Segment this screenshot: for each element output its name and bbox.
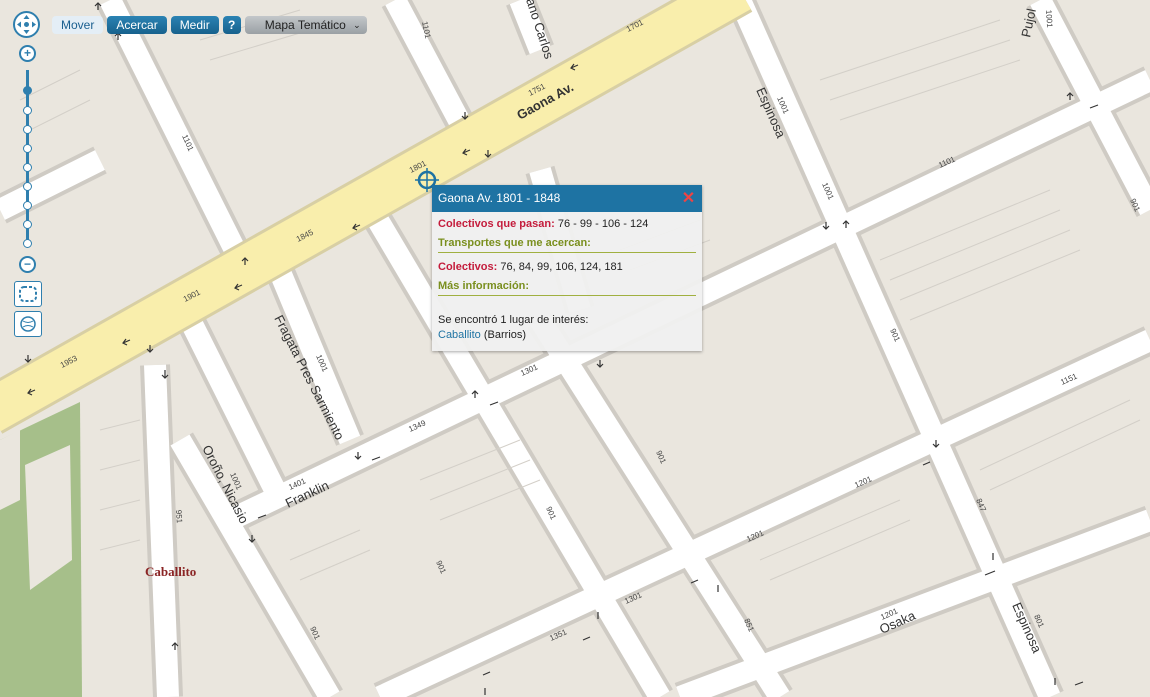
zoom-box-button[interactable]: [14, 281, 42, 307]
transportes-header: Transportes que me acercan:: [438, 237, 696, 253]
zoom-slider-handle[interactable]: [23, 86, 32, 95]
zoom-in-button[interactable]: +: [19, 45, 36, 62]
colectivos2-value: 76, 84, 99, 106, 124, 181: [500, 261, 623, 273]
colectivos2-label: Colectivos:: [438, 261, 498, 273]
zoom-level-tick[interactable]: [23, 182, 32, 191]
colectivos-value: 76 - 99 - 106 - 124: [557, 218, 649, 230]
theme-map-label: Mapa Temático: [264, 18, 346, 32]
close-icon[interactable]: ✕: [681, 191, 696, 207]
zoom-level-tick[interactable]: [23, 125, 32, 134]
place-type: (Barrios): [483, 329, 527, 341]
zoom-level-tick[interactable]: [23, 220, 32, 229]
mas-info-header: Más información:: [438, 280, 696, 296]
popup-body: Colectivos que pasan: 76 - 99 - 106 - 12…: [432, 212, 702, 354]
house-number: 1001: [1044, 10, 1054, 29]
zoom-box-icon: [19, 286, 37, 302]
popup-title: Gaona Av. 1801 - 1848: [438, 191, 561, 205]
globe-extent-icon: [20, 316, 36, 332]
colectivos2-row: Colectivos: 76, 84, 99, 106, 124, 181: [438, 261, 696, 273]
zoom-in-icon: +: [23, 46, 31, 60]
move-button[interactable]: Mover: [52, 16, 104, 34]
info-popup: Gaona Av. 1801 - 1848 ✕ Colectivos que p…: [432, 185, 702, 351]
pan-control[interactable]: [13, 11, 40, 38]
zoom-level-tick[interactable]: [23, 144, 32, 153]
place-link[interactable]: Caballito: [438, 329, 481, 341]
popup-header: Gaona Av. 1801 - 1848 ✕: [432, 185, 702, 212]
found-text: Se encontró 1 lugar de interés:: [438, 314, 589, 326]
theme-map-dropdown[interactable]: Mapa Temático ⌄: [244, 16, 367, 34]
neighborhood-label: Caballito: [145, 564, 196, 579]
measure-button[interactable]: Medir: [170, 16, 219, 34]
help-button[interactable]: ?: [222, 16, 241, 34]
place-row: Caballito (Barrios): [438, 329, 696, 341]
pan-arrows-icon: [17, 15, 36, 34]
zoom-out-icon: −: [23, 257, 31, 271]
zoom-level-tick[interactable]: [23, 163, 32, 172]
map-toolbar: Mover Acercar Medir ? Mapa Temático ⌄: [52, 16, 367, 34]
house-number: 951: [174, 510, 184, 524]
colectivos-label: Colectivos que pasan:: [438, 218, 555, 230]
park-area: [0, 402, 82, 697]
zoom-level-tick[interactable]: [23, 106, 32, 115]
colectivos-row: Colectivos que pasan: 76 - 99 - 106 - 12…: [438, 218, 696, 230]
zoom-in-tool-button[interactable]: Acercar: [107, 16, 167, 34]
zoom-level-tick[interactable]: [23, 239, 32, 248]
chevron-down-icon: ⌄: [353, 20, 361, 30]
full-extent-button[interactable]: [14, 311, 42, 337]
zoom-level-tick[interactable]: [23, 201, 32, 210]
zoom-out-button[interactable]: −: [19, 256, 36, 273]
